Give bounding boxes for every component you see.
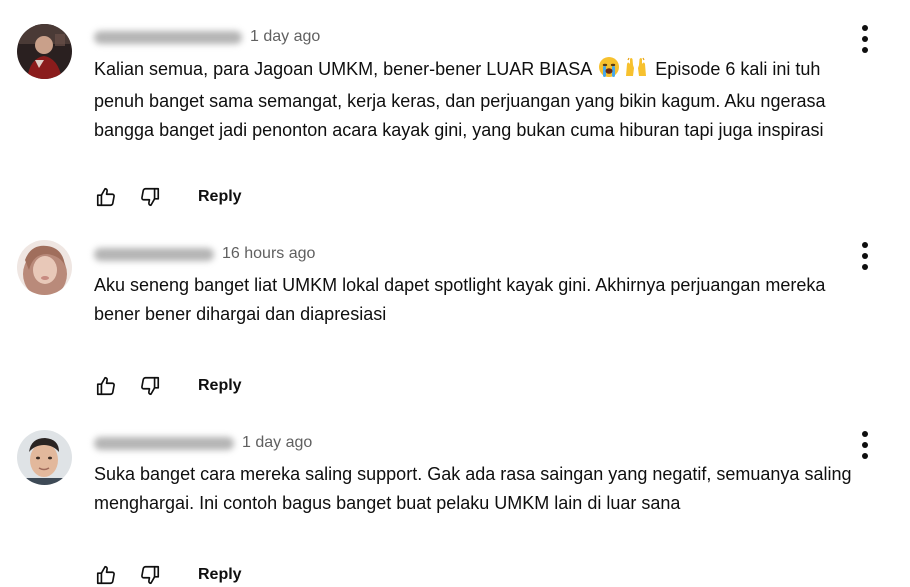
comment-menu-button[interactable]: [852, 25, 878, 53]
comment-line: Kalian semua, para Jagoan UMKM, bener-be…: [94, 55, 894, 87]
comment-actions: Reply: [94, 563, 242, 587]
comment-thread: 16 hours ago Aku seneng banget liat UMKM…: [0, 220, 910, 420]
comment-thread: 1 day ago Kalian semua, para Jagoan UMKM…: [0, 0, 910, 220]
comment-menu-button[interactable]: [852, 242, 878, 270]
avatar[interactable]: [17, 24, 72, 79]
like-button[interactable]: [94, 374, 118, 398]
thumb-down-icon: [141, 187, 160, 207]
comment-line: menghargai. Ini contoh bagus banget buat…: [94, 493, 681, 513]
dislike-button[interactable]: [138, 185, 162, 209]
comment-text: Suka banget cara mereka saling support. …: [94, 460, 894, 518]
avatar[interactable]: [17, 430, 72, 485]
loudly-crying-face-icon: [598, 56, 620, 87]
more-vert-icon-dot: [862, 442, 868, 448]
more-vert-icon: [862, 242, 868, 248]
comment-line-text: Episode 6 kali ini tuh: [655, 59, 821, 79]
more-vert-icon-dot: [862, 264, 868, 270]
dislike-button[interactable]: [138, 374, 162, 398]
comment-line: Aku seneng banget liat UMKM lokal dapet …: [94, 275, 826, 295]
reply-button[interactable]: Reply: [198, 185, 242, 209]
comment-line: penuh banget sama semangat, kerja keras,…: [94, 91, 826, 111]
thumb-down-icon: [141, 376, 160, 396]
more-vert-icon: [862, 25, 868, 31]
reply-button[interactable]: Reply: [198, 563, 242, 587]
thumb-up-icon: [96, 376, 115, 396]
comment-actions: Reply: [94, 185, 242, 209]
comment-header: 1 day ago: [94, 431, 312, 455]
author-handle[interactable]: [94, 436, 234, 450]
comment-header: 16 hours ago: [94, 242, 315, 266]
comment-line: Suka banget cara mereka saling support. …: [94, 464, 852, 484]
like-button[interactable]: [94, 563, 118, 587]
more-vert-icon: [862, 431, 868, 437]
thumb-up-icon: [96, 565, 115, 585]
comment-text: Aku seneng banget liat UMKM lokal dapet …: [94, 271, 894, 329]
more-vert-icon-dot: [862, 47, 868, 53]
more-vert-icon-dot: [862, 36, 868, 42]
comment-line: bener bener dihargai dan diapresiasi: [94, 304, 387, 324]
thumb-up-icon: [96, 187, 115, 207]
avatar[interactable]: [17, 240, 72, 295]
comment-line: bangga banget jadi penonton acara kayak …: [94, 120, 824, 140]
comment-time[interactable]: 16 hours ago: [222, 245, 315, 263]
comment-time[interactable]: 1 day ago: [250, 28, 320, 46]
comment-time[interactable]: 1 day ago: [242, 434, 312, 452]
author-handle[interactable]: [94, 30, 242, 44]
more-vert-icon-dot: [862, 453, 868, 459]
reply-button[interactable]: Reply: [198, 374, 242, 398]
comment-header: 1 day ago: [94, 25, 320, 49]
comment-thread: 1 day ago Suka banget cara mereka saling…: [0, 420, 910, 587]
like-button[interactable]: [94, 185, 118, 209]
more-vert-icon-dot: [862, 253, 868, 259]
comment-line-text: Kalian semua, para Jagoan UMKM, bener-be…: [94, 59, 592, 79]
author-handle[interactable]: [94, 247, 214, 261]
dislike-button[interactable]: [138, 563, 162, 587]
raising-hands-icon: [624, 56, 648, 87]
thumb-down-icon: [141, 565, 160, 585]
comment-text: Kalian semua, para Jagoan UMKM, bener-be…: [94, 55, 894, 145]
comment-menu-button[interactable]: [852, 431, 878, 459]
comment-actions: Reply: [94, 374, 242, 398]
